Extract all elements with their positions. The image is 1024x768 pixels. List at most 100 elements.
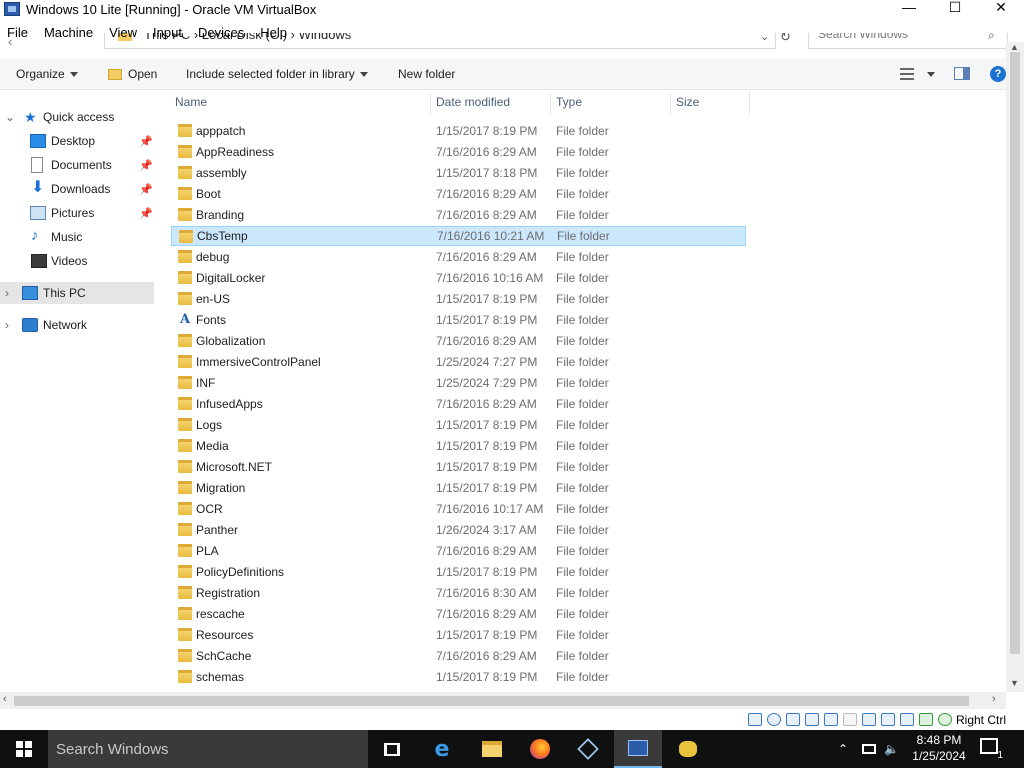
table-row[interactable]: Panther 1/26/2024 3:17 AM File folder bbox=[171, 520, 746, 540]
table-row[interactable]: Migration 1/15/2017 8:19 PM File folder bbox=[171, 478, 746, 498]
chevron-down-icon[interactable]: ⌄ bbox=[5, 110, 15, 124]
maximize-button[interactable]: ☐ bbox=[932, 0, 978, 15]
tray-network[interactable] bbox=[862, 730, 876, 768]
action-center-button[interactable]: 1 bbox=[980, 738, 1004, 761]
column-header-type[interactable]: Type bbox=[556, 92, 582, 112]
table-row[interactable]: schemas 1/15/2017 8:19 PM File folder bbox=[171, 667, 746, 687]
tray-volume[interactable]: 🔈 bbox=[884, 730, 899, 768]
table-row[interactable]: Media 1/15/2017 8:19 PM File folder bbox=[171, 436, 746, 456]
table-row[interactable]: PLA 7/16/2016 8:29 AM File folder bbox=[171, 541, 746, 561]
nav-music[interactable]: ♪ Music bbox=[0, 226, 154, 248]
taskbar-search-box[interactable]: Search Windows bbox=[48, 730, 368, 768]
table-row[interactable]: AppReadiness 7/16/2016 8:29 AM File folder bbox=[171, 142, 746, 162]
column-divider[interactable] bbox=[430, 92, 431, 114]
display-indicator-icon[interactable] bbox=[862, 713, 876, 726]
horizontal-scroll-thumb[interactable] bbox=[14, 696, 969, 706]
change-view-icon[interactable] bbox=[898, 67, 916, 81]
table-row[interactable]: ImmersiveControlPanel 1/25/2024 7:27 PM Fi… bbox=[171, 352, 746, 372]
table-row[interactable]: CbsTemp 7/16/2016 10:21 AM File folder bbox=[171, 226, 746, 246]
column-divider[interactable] bbox=[550, 92, 551, 114]
table-row[interactable]: PolicyDefinitions 1/15/2017 8:19 PM File f… bbox=[171, 562, 746, 582]
menu-file[interactable]: File bbox=[7, 25, 28, 40]
start-button[interactable] bbox=[0, 730, 48, 768]
scroll-left-arrow-icon[interactable]: ‹ bbox=[3, 693, 7, 705]
table-row[interactable]: INF 1/25/2024 7:29 PM File folder bbox=[171, 373, 746, 393]
taskbar-edge[interactable]: e bbox=[418, 730, 466, 768]
address-dropdown-icon[interactable]: ⌄ bbox=[760, 33, 769, 43]
table-row[interactable]: Microsoft.NET 1/15/2017 8:19 PM File folde… bbox=[171, 457, 746, 477]
nav-quick-access[interactable]: ⌄ ★ Quick access bbox=[0, 106, 154, 128]
open-button[interactable]: Open bbox=[108, 58, 157, 90]
nav-videos[interactable]: Videos bbox=[0, 250, 154, 272]
menu-view[interactable]: View bbox=[109, 25, 137, 40]
pin-icon[interactable]: 📌 bbox=[139, 135, 153, 148]
nav-desktop[interactable]: Desktop 📌 bbox=[0, 130, 154, 152]
nav-documents[interactable]: Documents 📌 bbox=[0, 154, 154, 176]
table-row[interactable]: A Fonts 1/15/2017 8:19 PM File folder bbox=[171, 310, 746, 330]
network-indicator-icon[interactable] bbox=[805, 713, 819, 726]
table-row[interactable]: rescache 7/16/2016 8:29 AM File folder bbox=[171, 604, 746, 624]
guest-additions-indicator-icon[interactable] bbox=[919, 713, 933, 726]
menu-help[interactable]: Help bbox=[260, 25, 287, 40]
nav-network[interactable]: › Network bbox=[0, 314, 154, 336]
table-row[interactable]: Branding 7/16/2016 8:29 AM File folder bbox=[171, 205, 746, 225]
audio-indicator-icon[interactable] bbox=[786, 713, 800, 726]
shared-folders-indicator-icon[interactable] bbox=[843, 713, 857, 726]
column-header-date-modified[interactable]: Date modified bbox=[436, 92, 510, 112]
scroll-up-arrow-icon[interactable]: ▲ bbox=[1010, 42, 1019, 52]
horizontal-scrollbar[interactable]: ‹ › bbox=[0, 692, 1006, 709]
hard-disk-indicator-icon[interactable] bbox=[748, 713, 762, 726]
nav-this-pc[interactable]: › This PC bbox=[0, 282, 154, 304]
vertical-scroll-thumb[interactable] bbox=[1010, 52, 1020, 654]
taskbar-virtualbox[interactable] bbox=[564, 730, 612, 768]
table-row[interactable]: OCR 7/16/2016 10:17 AM File folder bbox=[171, 499, 746, 519]
pin-icon[interactable]: 📌 bbox=[139, 159, 153, 172]
table-row[interactable]: assembly 1/15/2017 8:18 PM File folder bbox=[171, 163, 746, 183]
column-header-name[interactable]: Name bbox=[175, 92, 207, 112]
close-button[interactable]: ✕ bbox=[978, 0, 1024, 15]
search-icon[interactable]: ⌕ bbox=[988, 33, 995, 43]
view-options-chevron-icon[interactable] bbox=[927, 72, 935, 77]
nav-downloads[interactable]: ⬇ Downloads 📌 bbox=[0, 178, 154, 200]
taskbar-clock[interactable]: 8:48 PM 1/25/2024 bbox=[908, 732, 970, 764]
table-row[interactable]: en-US 1/15/2017 8:19 PM File folder bbox=[171, 289, 746, 309]
chevron-right-icon[interactable]: › bbox=[5, 318, 9, 332]
optical-drive-indicator-icon[interactable] bbox=[767, 713, 781, 726]
task-view-button[interactable] bbox=[368, 730, 416, 768]
include-in-library-button[interactable]: Include selected folder in library bbox=[186, 58, 368, 90]
recording-indicator-icon[interactable] bbox=[881, 713, 895, 726]
column-divider[interactable] bbox=[749, 92, 750, 114]
usb-indicator-icon[interactable] bbox=[824, 713, 838, 726]
table-row[interactable]: Registration 7/16/2016 8:30 AM File folder bbox=[171, 583, 746, 603]
table-row[interactable]: apppatch 1/15/2017 8:19 PM File folder bbox=[171, 121, 746, 141]
preview-pane-icon[interactable] bbox=[954, 67, 970, 80]
menu-machine[interactable]: Machine bbox=[44, 25, 93, 40]
pin-icon[interactable]: 📌 bbox=[139, 207, 153, 220]
show-hidden-icons-button[interactable]: ⌃ bbox=[838, 730, 848, 768]
table-row[interactable]: SchCache 7/16/2016 8:29 AM File folder bbox=[171, 646, 746, 666]
table-row[interactable]: DigitalLocker 7/16/2016 10:16 AM File fold… bbox=[171, 268, 746, 288]
scroll-down-arrow-icon[interactable]: ▼ bbox=[1010, 678, 1019, 688]
minimize-button[interactable]: — bbox=[886, 0, 932, 15]
pin-icon[interactable]: 📌 bbox=[139, 183, 153, 196]
table-row[interactable]: Boot 7/16/2016 8:29 AM File folder bbox=[171, 184, 746, 204]
new-folder-button[interactable]: New folder bbox=[398, 58, 455, 90]
taskbar-firefox[interactable] bbox=[516, 730, 564, 768]
table-row[interactable]: InfusedApps 7/16/2016 8:29 AM File folder bbox=[171, 394, 746, 414]
scroll-right-arrow-icon[interactable]: › bbox=[992, 693, 996, 705]
table-row[interactable]: Resources 1/15/2017 8:19 PM File folder bbox=[171, 625, 746, 645]
taskbar-file-explorer[interactable] bbox=[468, 730, 516, 768]
organize-button[interactable]: Organize bbox=[16, 58, 78, 90]
table-row[interactable]: Globalization 7/16/2016 8:29 AM File folde… bbox=[171, 331, 746, 351]
vertical-scrollbar[interactable]: ▲ ▼ bbox=[1006, 42, 1024, 692]
menu-input[interactable]: Input bbox=[153, 25, 182, 40]
chevron-right-icon[interactable]: › bbox=[5, 286, 9, 300]
taskbar-vm-window[interactable] bbox=[614, 730, 662, 768]
table-row[interactable]: Logs 1/15/2017 8:19 PM File folder bbox=[171, 415, 746, 435]
cpu-indicator-icon[interactable] bbox=[900, 713, 914, 726]
nav-pictures[interactable]: Pictures 📌 bbox=[0, 202, 154, 224]
help-icon[interactable]: ? bbox=[990, 66, 1006, 82]
mouse-integration-indicator-icon[interactable] bbox=[938, 713, 952, 726]
table-row[interactable]: debug 7/16/2016 8:29 AM File folder bbox=[171, 247, 746, 267]
column-header-size[interactable]: Size bbox=[676, 92, 699, 112]
